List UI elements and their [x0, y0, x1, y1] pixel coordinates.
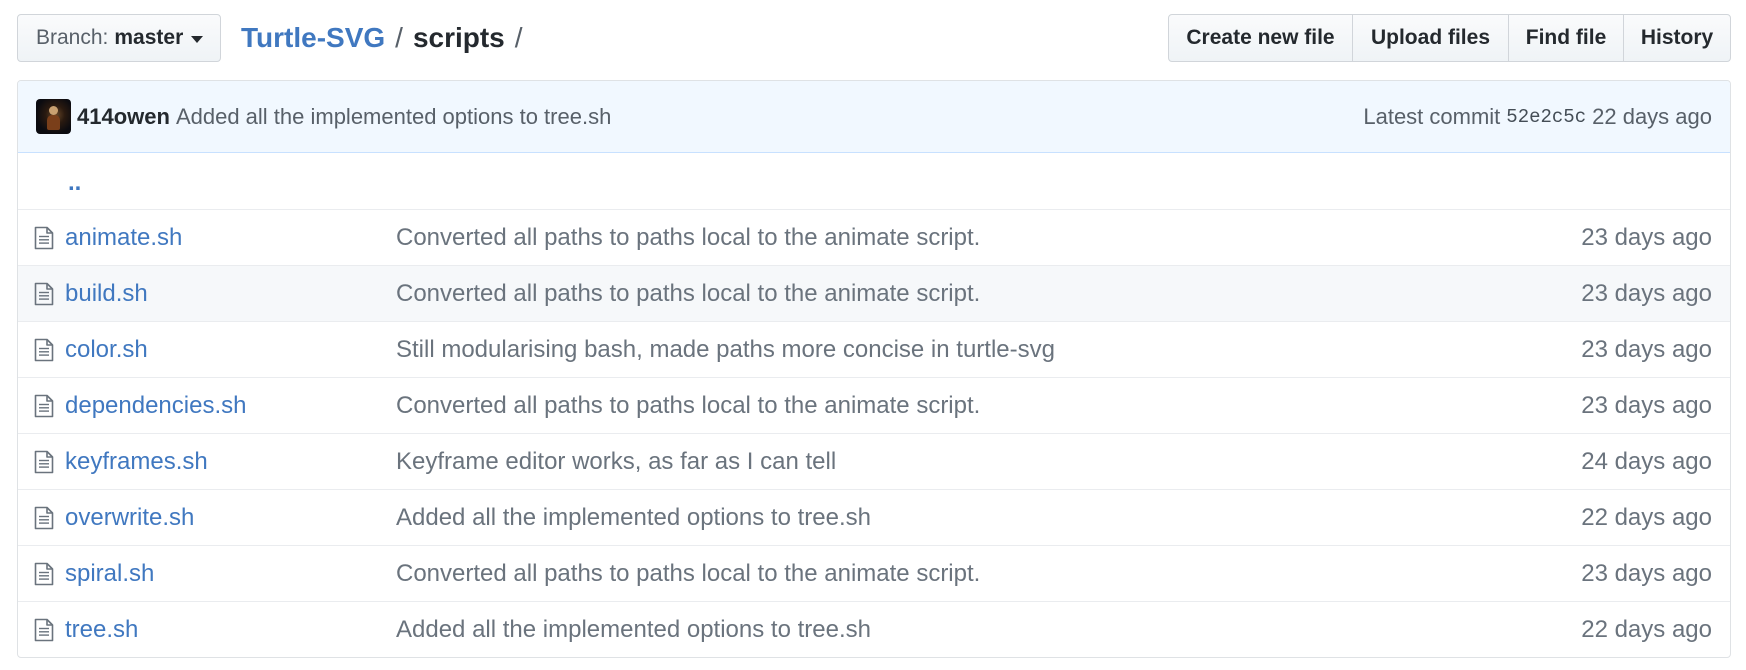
file-age: 24 days ago	[1581, 447, 1712, 475]
breadcrumb-trailing-separator: /	[514, 22, 523, 53]
breadcrumb-current-dir: scripts	[412, 22, 505, 53]
file-commit-message-link[interactable]: Converted all paths to paths local to th…	[396, 560, 980, 588]
latest-commit-bar: 414owen Added all the implemented option…	[18, 81, 1730, 153]
file-name-link[interactable]: overwrite.sh	[65, 504, 194, 532]
file-commit-message-link[interactable]: Converted all paths to paths local to th…	[396, 280, 980, 308]
commit-author-link[interactable]: 414owen	[77, 104, 170, 130]
latest-commit-info: Latest commit 52e2c5c 22 days ago	[1363, 81, 1712, 153]
file-table: 414owen Added all the implemented option…	[17, 80, 1731, 658]
parent-directory-row: ..	[18, 153, 1730, 209]
latest-commit-label: Latest commit	[1363, 104, 1501, 129]
parent-directory-link[interactable]: ..	[68, 169, 81, 197]
file-commit-message-link[interactable]: Still modularising bash, made paths more…	[396, 336, 1055, 364]
file-age: 23 days ago	[1581, 223, 1712, 251]
file-name-link[interactable]: animate.sh	[65, 224, 182, 252]
avatar[interactable]	[36, 99, 71, 134]
find-file-button[interactable]: Find file	[1508, 14, 1624, 62]
file-commit-message-link[interactable]: Keyframe editor works, as far as I can t…	[396, 448, 836, 476]
file-actions-group: Create new file Upload files Find file H…	[1168, 14, 1731, 62]
file-age: 23 days ago	[1581, 391, 1712, 419]
file-age: 23 days ago	[1581, 279, 1712, 307]
file-age: 23 days ago	[1581, 559, 1712, 587]
file-icon	[34, 506, 54, 530]
table-row: build.sh Converted all paths to paths lo…	[18, 265, 1730, 321]
file-navigation: Branch: master Turtle-SVG / scripts / Cr…	[17, 14, 1731, 62]
file-icon	[34, 338, 54, 362]
table-row: color.sh Still modularising bash, made p…	[18, 321, 1730, 377]
file-name-link[interactable]: keyframes.sh	[65, 448, 208, 476]
file-age: 23 days ago	[1581, 335, 1712, 363]
table-row: keyframes.sh Keyframe editor works, as f…	[18, 433, 1730, 489]
file-commit-message-link[interactable]: Added all the implemented options to tre…	[396, 616, 871, 644]
file-icon	[34, 562, 54, 586]
create-new-file-button[interactable]: Create new file	[1168, 14, 1353, 62]
caret-down-icon	[191, 35, 204, 43]
commit-message-link[interactable]: Added all the implemented options to tre…	[176, 104, 611, 130]
commit-age: 22 days ago	[1592, 104, 1712, 129]
file-name-link[interactable]: color.sh	[65, 336, 148, 364]
file-icon	[34, 394, 54, 418]
file-age: 22 days ago	[1581, 615, 1712, 643]
file-name-link[interactable]: spiral.sh	[65, 560, 154, 588]
table-row: spiral.sh Converted all paths to paths l…	[18, 545, 1730, 601]
branch-label: Branch:	[36, 26, 109, 49]
breadcrumb-separator: /	[395, 22, 403, 53]
table-row: overwrite.sh Added all the implemented o…	[18, 489, 1730, 545]
file-commit-message-link[interactable]: Converted all paths to paths local to th…	[396, 392, 980, 420]
file-name-link[interactable]: tree.sh	[65, 616, 138, 644]
table-row: animate.sh Converted all paths to paths …	[18, 209, 1730, 265]
branch-select-button[interactable]: Branch: master	[17, 14, 221, 62]
file-age: 22 days ago	[1581, 503, 1712, 531]
file-icon	[34, 282, 54, 306]
file-commit-message-link[interactable]: Converted all paths to paths local to th…	[396, 224, 980, 252]
file-icon	[34, 450, 54, 474]
breadcrumb: Turtle-SVG / scripts /	[241, 14, 533, 62]
file-icon	[34, 618, 54, 642]
table-row: tree.sh Added all the implemented option…	[18, 601, 1730, 657]
file-commit-message-link[interactable]: Added all the implemented options to tre…	[396, 504, 871, 532]
breadcrumb-repo-link[interactable]: Turtle-SVG	[241, 22, 385, 54]
file-name-link[interactable]: build.sh	[65, 280, 148, 308]
upload-files-button[interactable]: Upload files	[1352, 14, 1509, 62]
commit-sha-link[interactable]: 52e2c5c	[1506, 106, 1586, 128]
file-name-link[interactable]: dependencies.sh	[65, 392, 246, 420]
history-button[interactable]: History	[1623, 14, 1731, 62]
file-icon	[34, 226, 54, 250]
table-row: dependencies.sh Converted all paths to p…	[18, 377, 1730, 433]
branch-name: master	[114, 26, 184, 49]
